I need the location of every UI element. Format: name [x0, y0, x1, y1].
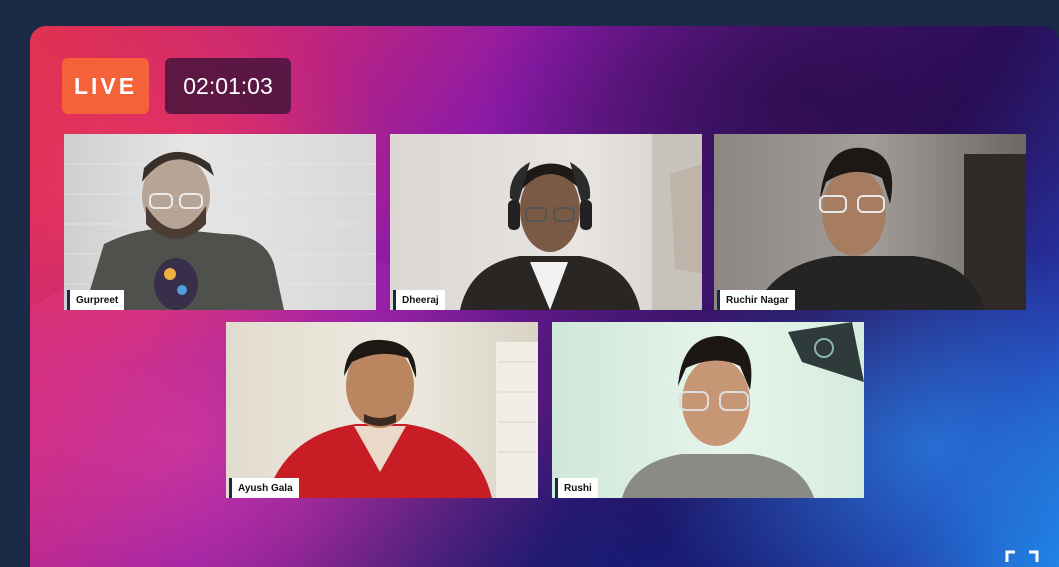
stream-timer: 02:01:03 — [165, 58, 291, 114]
participant-name: Rushi — [555, 478, 598, 498]
video-tile-dheeraj[interactable]: Dheeraj — [390, 134, 702, 310]
participant-video — [622, 322, 864, 498]
participant-name: Gurpreet — [67, 290, 125, 310]
video-tile-ruchir-nagar[interactable]: Ruchir Nagar — [714, 134, 1026, 310]
participant-name: Ayush Gala — [229, 478, 299, 498]
participant-video — [64, 151, 376, 310]
live-badge: LIVE — [62, 58, 149, 114]
video-tile-ayush-gala[interactable]: Ayush Gala — [226, 322, 538, 498]
participant-name: Ruchir Nagar — [717, 290, 795, 310]
video-tile-gurpreet[interactable]: Gurpreet — [64, 134, 376, 310]
fullscreen-icon[interactable] — [1005, 550, 1039, 567]
participant-video — [460, 134, 702, 310]
participant-video — [266, 339, 538, 498]
participant-video — [754, 147, 1026, 310]
participant-name: Dheeraj — [393, 290, 445, 310]
video-tile-rushi[interactable]: Rushi — [552, 322, 864, 498]
